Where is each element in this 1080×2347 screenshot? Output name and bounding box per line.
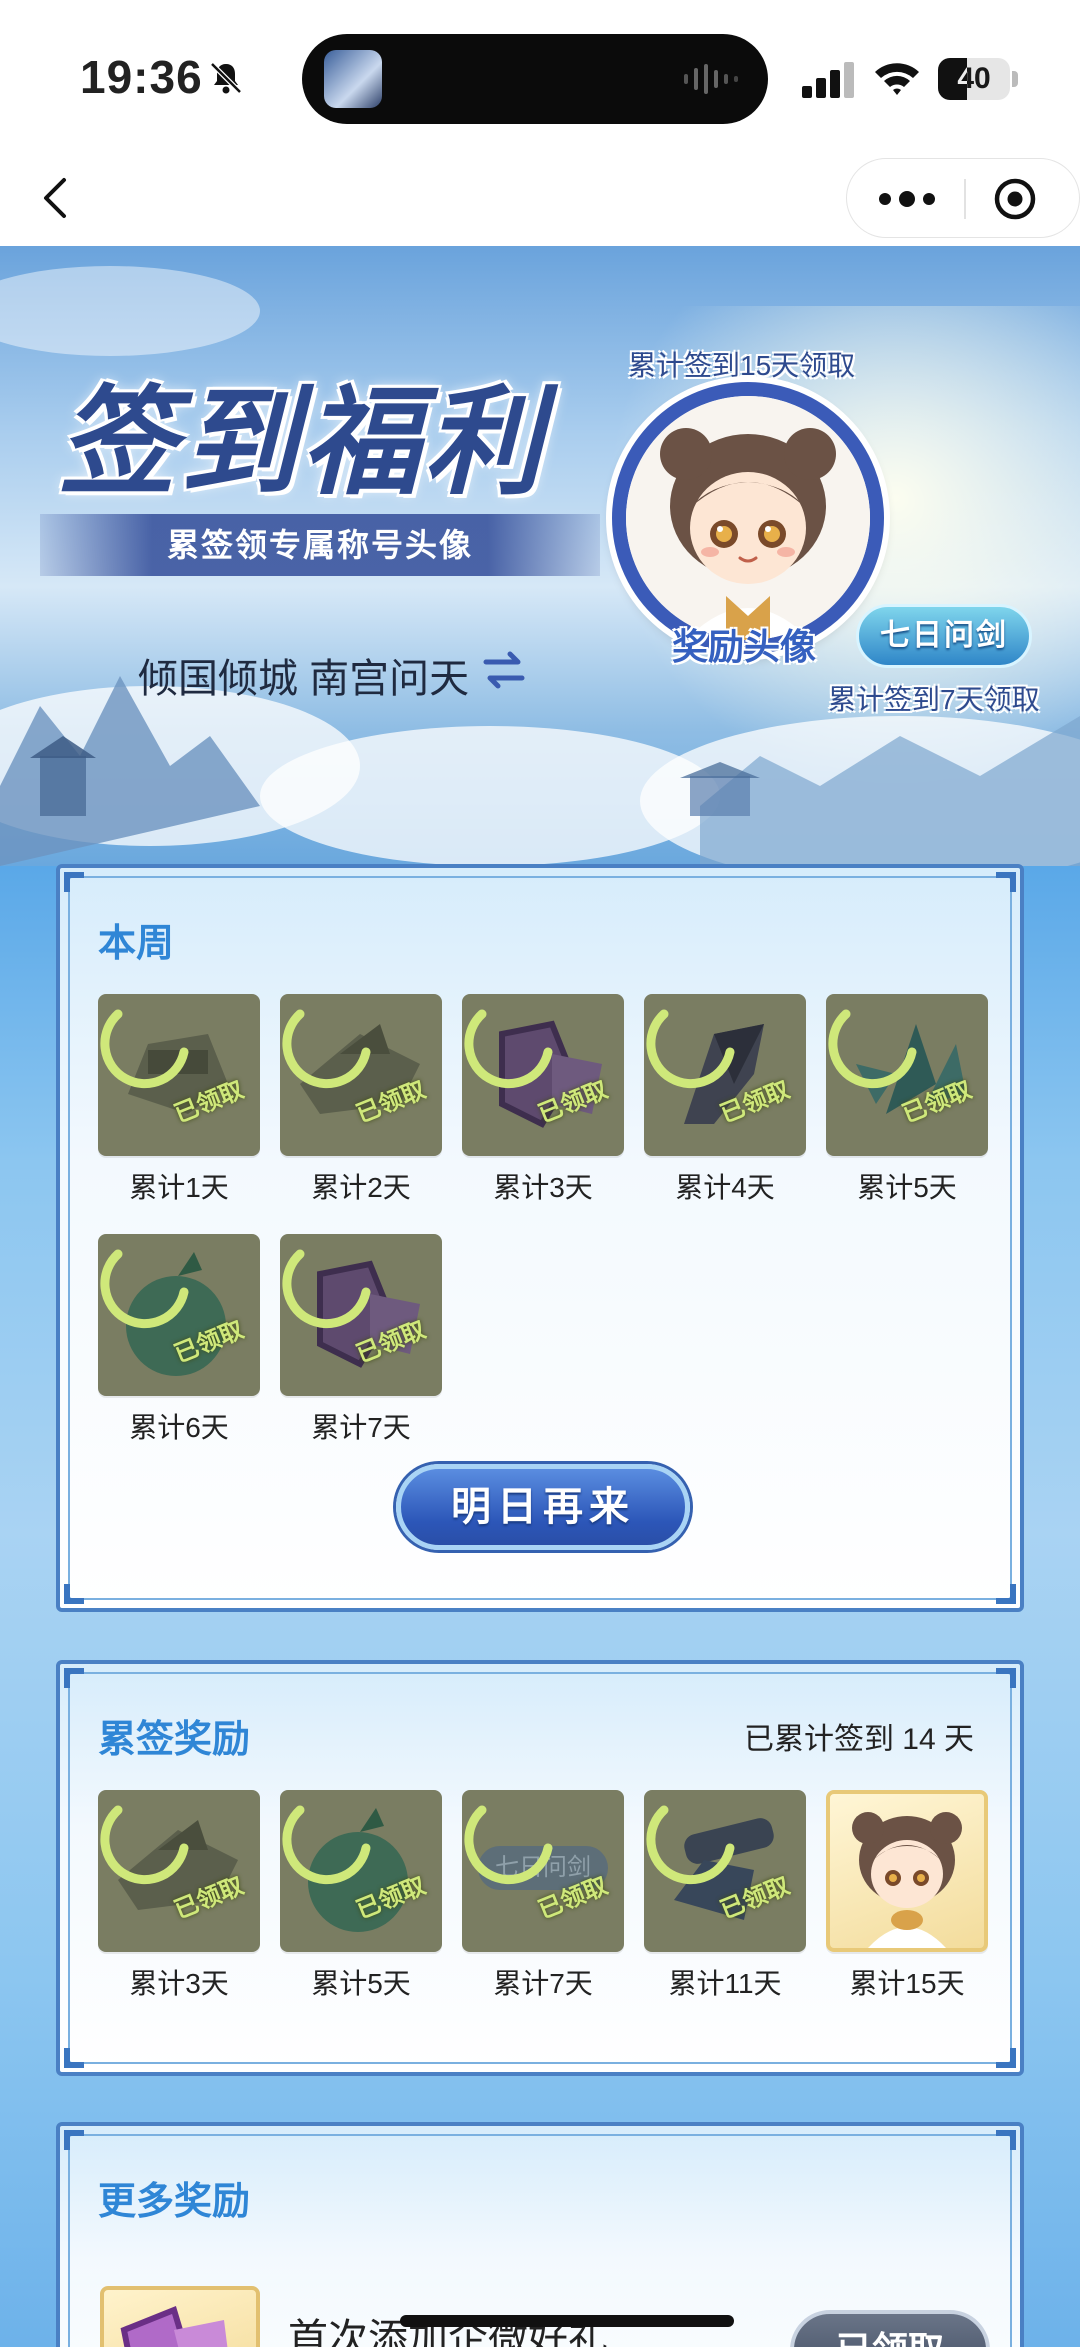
cumulative-title: 累签奖励 — [98, 1719, 251, 1761]
signal-icon — [802, 62, 854, 98]
fort-item-icon: 已领取 — [98, 994, 260, 1156]
title-badge-item-icon: 七日问剑 已领取 — [462, 1790, 624, 1952]
purple-frame-item-icon: 已领取 — [462, 994, 624, 1156]
weekly-item-3[interactable]: 已领取 累计3天 — [462, 994, 624, 1206]
reward-avatar — [612, 382, 884, 654]
gift-claimed-button[interactable]: 已领取 — [790, 2310, 990, 2347]
mini-program-navbar — [0, 150, 1080, 246]
cumulative-item-label: 累计15天 — [849, 1968, 965, 1999]
come-back-tomorrow-button[interactable]: 明日再来 — [396, 1464, 690, 1550]
green-gourd-item-icon: 已领取 — [280, 1790, 442, 1952]
pavilion-item-icon: 已领取 — [98, 1790, 260, 1952]
player-name: 倾国倾城 南宫问天 — [138, 657, 470, 701]
swap-icon[interactable] — [482, 648, 526, 692]
wifi-icon — [875, 63, 919, 95]
weekly-item-7[interactable]: 已领取 累计7天 — [280, 1234, 442, 1446]
weekly-item-label: 累计6天 — [129, 1412, 229, 1443]
cumulative-panel: 累签奖励 已累计签到 14 天 已领取 累计3天 已领取 累计5天 七日问剑 已… — [56, 1660, 1024, 2076]
weekly-item-label: 累计1天 — [129, 1172, 229, 1203]
home-indicator[interactable] — [400, 2315, 734, 2327]
purple-frame-item-icon: 已领取 — [280, 1234, 442, 1396]
chevron-left-icon[interactable] — [34, 168, 84, 228]
battery-icon: 40 — [938, 58, 1018, 100]
dynamic-island[interactable] — [302, 34, 768, 124]
weekly-title: 本周 — [98, 923, 175, 965]
avatar-reward-label: 奖励头像 — [672, 626, 817, 668]
cumulative-item-label: 累计11天 — [668, 1968, 782, 1999]
now-playing-thumbnail[interactable] — [324, 50, 382, 108]
menu-capsule — [846, 158, 1080, 238]
cumulative-item-4[interactable]: 已领取 累计11天 — [644, 1790, 806, 2002]
sign-in-banner: 签到福利 累签领专属称号头像 倾国倾城 南宫问天 累计签到15天领取 奖励头像 — [0, 246, 1080, 866]
weekly-item-label: 累计2天 — [311, 1172, 411, 1203]
target-close-icon[interactable] — [987, 171, 1043, 227]
weekly-item-label: 累计4天 — [675, 1172, 775, 1203]
cumulative-item-3[interactable]: 七日问剑 已领取 累计7天 — [462, 1790, 624, 2002]
battery-percent: 40 — [957, 62, 991, 95]
dark-crystal-item-icon: 已领取 — [644, 994, 806, 1156]
weekly-item-6[interactable]: 已领取 累计6天 — [98, 1234, 260, 1446]
weekly-item-label: 累计3天 — [493, 1172, 593, 1203]
title-reward-condition: 累计签到7天领取 — [828, 684, 1040, 715]
pavilion-item-icon: 已领取 — [280, 994, 442, 1156]
more-dots-icon[interactable] — [867, 169, 947, 229]
cumulative-item-2[interactable]: 已领取 累计5天 — [280, 1790, 442, 2002]
weekly-item-4[interactable]: 已领取 累计4天 — [644, 994, 806, 1206]
gift-icon — [100, 2286, 260, 2347]
weekly-item-label: 累计5天 — [857, 1172, 957, 1203]
cumulative-item-label: 累计7天 — [493, 1968, 593, 1999]
more-rewards-panel: 更多奖励 首次添加企微好礼 已领取 — [56, 2122, 1024, 2347]
voice-wave-icon — [684, 64, 738, 94]
weekly-panel: 本周 已领取 累计1天 已领取 累计2天 已领取 累计3天 已领取 累计4天 已… — [56, 864, 1024, 1612]
cumulative-item-label: 累计5天 — [311, 1968, 411, 1999]
green-crystal-item-icon: 已领取 — [826, 994, 988, 1156]
cannon-item-icon: 已领取 — [644, 1790, 806, 1952]
green-gourd-item-icon: 已领取 — [98, 1234, 260, 1396]
bell-muted-icon — [210, 62, 242, 94]
title-badge: 七日问剑 — [856, 604, 1032, 668]
weekly-item-5[interactable]: 已领取 累计5天 — [826, 994, 988, 1206]
banner-subtitle: 累签领专属称号头像 — [40, 514, 600, 576]
weekly-item-2[interactable]: 已领取 累计2天 — [280, 994, 442, 1206]
cumulative-summary: 已累计签到 14 天 — [743, 1723, 974, 1756]
banner-title: 签到福利 — [58, 372, 547, 511]
status-bar: 19:36 40 — [0, 0, 1080, 150]
avatar-item-icon — [826, 1790, 988, 1952]
more-rewards-title: 更多奖励 — [98, 2181, 251, 2223]
avatar-reward-condition: 累计签到15天领取 — [628, 350, 856, 381]
weekly-item-label: 累计7天 — [311, 1412, 411, 1443]
cumulative-item-5[interactable]: 累计15天 — [826, 1790, 988, 2002]
cumulative-item-1[interactable]: 已领取 累计3天 — [98, 1790, 260, 2002]
cumulative-item-label: 累计3天 — [129, 1968, 229, 1999]
status-time: 19:36 — [80, 51, 203, 103]
weekly-item-1[interactable]: 已领取 累计1天 — [98, 994, 260, 1206]
chibi-girl-avatar-icon — [626, 396, 870, 640]
